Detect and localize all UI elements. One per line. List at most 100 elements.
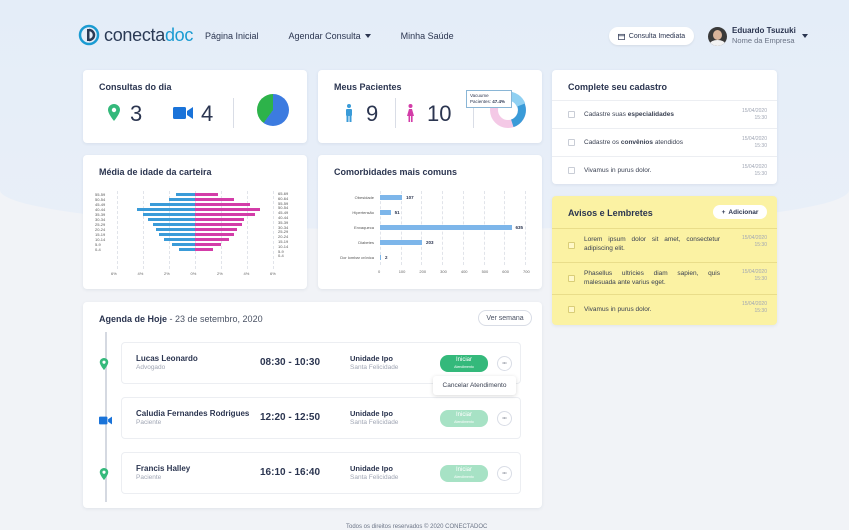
tick-label: 0-4 xyxy=(278,253,284,259)
patient-name: Caludia Fernandes Rodrigues xyxy=(136,409,250,418)
cadastro-card: Complete seu cadastro Cadastre suas espe… xyxy=(552,70,777,184)
nav-home[interactable]: Página Inicial xyxy=(205,31,259,41)
male-bar xyxy=(171,243,195,246)
tick-label: 2% xyxy=(164,271,170,276)
appointment-time: 12:20 - 12:50 xyxy=(260,412,321,423)
grid-line xyxy=(117,191,118,269)
male-count: 9 xyxy=(366,101,379,126)
male-bar xyxy=(153,223,195,226)
unit-name: Unidade Ipo xyxy=(350,464,393,473)
comorbidities-bar-chart: 0 100 200 300 400 500 600 700 Obesidade 107 Hipert… xyxy=(318,155,542,289)
video-camera-icon xyxy=(99,412,112,430)
logo[interactable]: conectadoc xyxy=(78,24,193,46)
reminder-text: Vivamus in purus dolor. xyxy=(584,306,652,313)
avatar xyxy=(708,26,727,46)
logo-text: conectadoc xyxy=(104,24,194,45)
calendar-icon xyxy=(617,33,625,40)
female-bar xyxy=(195,218,245,221)
more-options-button[interactable]: ••• xyxy=(497,356,512,371)
male-bar xyxy=(136,208,195,211)
checkbox[interactable] xyxy=(568,111,575,118)
comorbidity-bar xyxy=(380,225,512,230)
comorbidades-card: Comorbidades mais comuns 0 100 200 300 400 50… xyxy=(318,155,542,289)
grid-line xyxy=(273,191,274,269)
start-appointment-button[interactable]: Iniciar Atendimento xyxy=(440,465,488,482)
tick-label: 0-4 xyxy=(95,247,101,252)
data-label: 107 xyxy=(406,195,414,200)
appointment-row[interactable]: Francis Halley Paciente 16:10 - 16:40 Unida… xyxy=(121,452,521,494)
start-appointment-button[interactable]: Iniciar Atendimento xyxy=(440,355,488,372)
start-appointment-button[interactable]: Iniciar Atendimento xyxy=(440,410,488,427)
appointment-time: 08:30 - 10:30 xyxy=(260,357,321,368)
male-bar xyxy=(169,198,195,201)
chevron-down-icon xyxy=(364,34,371,38)
see-week-button[interactable]: Ver semana xyxy=(478,310,532,326)
more-icon: ••• xyxy=(502,360,507,365)
female-bar xyxy=(195,233,234,236)
age-pyramid-chart: 55-59 50-54 45-49 40-44 35-39 30-34 25-29 20-24… xyxy=(83,155,307,289)
patient-role: Paciente xyxy=(136,419,162,426)
unit-location: Santa Felicidade xyxy=(350,419,399,426)
reminder-text: Phasellus ultricies diam sapien, quis ma… xyxy=(584,270,720,286)
checkbox[interactable] xyxy=(568,306,575,313)
avisos-card: Avisos e Lembretes + Adicionar Lorem ips… xyxy=(552,196,777,325)
male-bar xyxy=(149,203,195,206)
consultas-pie-chart xyxy=(257,94,289,126)
grid-line xyxy=(525,191,526,265)
more-options-button[interactable]: ••• xyxy=(497,411,512,426)
nav-health[interactable]: Minha Saúde xyxy=(401,31,454,41)
checkbox[interactable] xyxy=(568,275,575,282)
female-bar xyxy=(195,228,237,231)
cancel-appointment-menu-item[interactable]: Cancelar Atendimento xyxy=(433,376,516,395)
checkbox[interactable] xyxy=(568,167,575,174)
checklist-text: Vivamus in purus dolor. xyxy=(584,167,652,174)
grid-line xyxy=(143,191,144,269)
tick-label: 700 xyxy=(523,269,530,274)
chart-tooltip: Vacuume Pacientes: 47.4% xyxy=(466,90,512,108)
tick-label: 2% xyxy=(217,271,223,276)
top-bar: conectadoc Página Inicial Agendar Consul… xyxy=(0,0,849,70)
appointment-row[interactable]: Caludia Fernandes Rodrigues Paciente 12:20… xyxy=(121,397,521,439)
more-options-button[interactable]: ••• xyxy=(497,466,512,481)
agenda-card: Agenda de Hoje - 23 de setembro, 2020 Ve… xyxy=(83,302,542,508)
male-bar xyxy=(148,218,195,221)
consultas-card: Consultas do dia 3 4 xyxy=(83,70,307,143)
more-icon: ••• xyxy=(502,415,507,420)
tick-label: 6% xyxy=(111,271,117,276)
female-bar xyxy=(195,208,260,211)
reminder-item: Vivamus in purus dolor. 15/04/2020 15:30 xyxy=(552,294,777,324)
user-menu[interactable]: Eduardo Tsuzuki Nome da Empresa xyxy=(708,26,808,46)
card-title: Avisos e Lembretes xyxy=(568,208,653,218)
female-bar xyxy=(195,223,242,226)
female-bar xyxy=(195,198,234,201)
female-icon xyxy=(407,104,414,122)
appointment-time: 16:10 - 16:40 xyxy=(260,467,321,478)
reminder-item: Phasellus ultricies diam sapien, quis ma… xyxy=(552,262,777,294)
nav-schedule[interactable]: Agendar Consulta xyxy=(289,31,371,41)
data-label: 2 xyxy=(385,255,388,260)
patient-role: Paciente xyxy=(136,474,162,481)
item-date: 15/04/2020 15:30 xyxy=(741,235,767,248)
patient-name: Francis Halley xyxy=(136,464,191,473)
agenda-title: Agenda de Hoje - 23 de setembro, 2020 xyxy=(99,314,263,324)
checklist-text: Cadastre suas especialidades xyxy=(584,111,674,118)
checklist-item: Cadastre suas especialidades 15/04/2020 15… xyxy=(552,100,777,128)
tick-label: 4% xyxy=(137,271,144,276)
tick-label: 100 xyxy=(398,269,406,274)
checkbox[interactable] xyxy=(568,139,575,146)
more-icon: ••• xyxy=(502,470,507,475)
footer-text: Todos os direitos reservados © 2020 CONE… xyxy=(346,524,488,530)
location-pin-icon xyxy=(99,467,109,485)
checkbox[interactable] xyxy=(568,242,575,249)
item-date: 15/04/2020 15:30 xyxy=(741,269,767,282)
immediate-consult-button[interactable]: Consulta Imediata xyxy=(609,27,694,45)
patient-name: Lucas Leonardo xyxy=(136,354,198,363)
tick-label: 400 xyxy=(460,269,468,274)
user-company: Nome da Empresa xyxy=(732,36,795,45)
male-bar xyxy=(158,233,195,236)
item-date: 15/04/2020 15:30 xyxy=(741,301,767,314)
male-bar xyxy=(143,213,195,216)
category-label: Obesidade xyxy=(354,195,374,200)
add-reminder-button[interactable]: + Adicionar xyxy=(713,205,767,219)
category-label: Diabetes xyxy=(358,240,374,245)
